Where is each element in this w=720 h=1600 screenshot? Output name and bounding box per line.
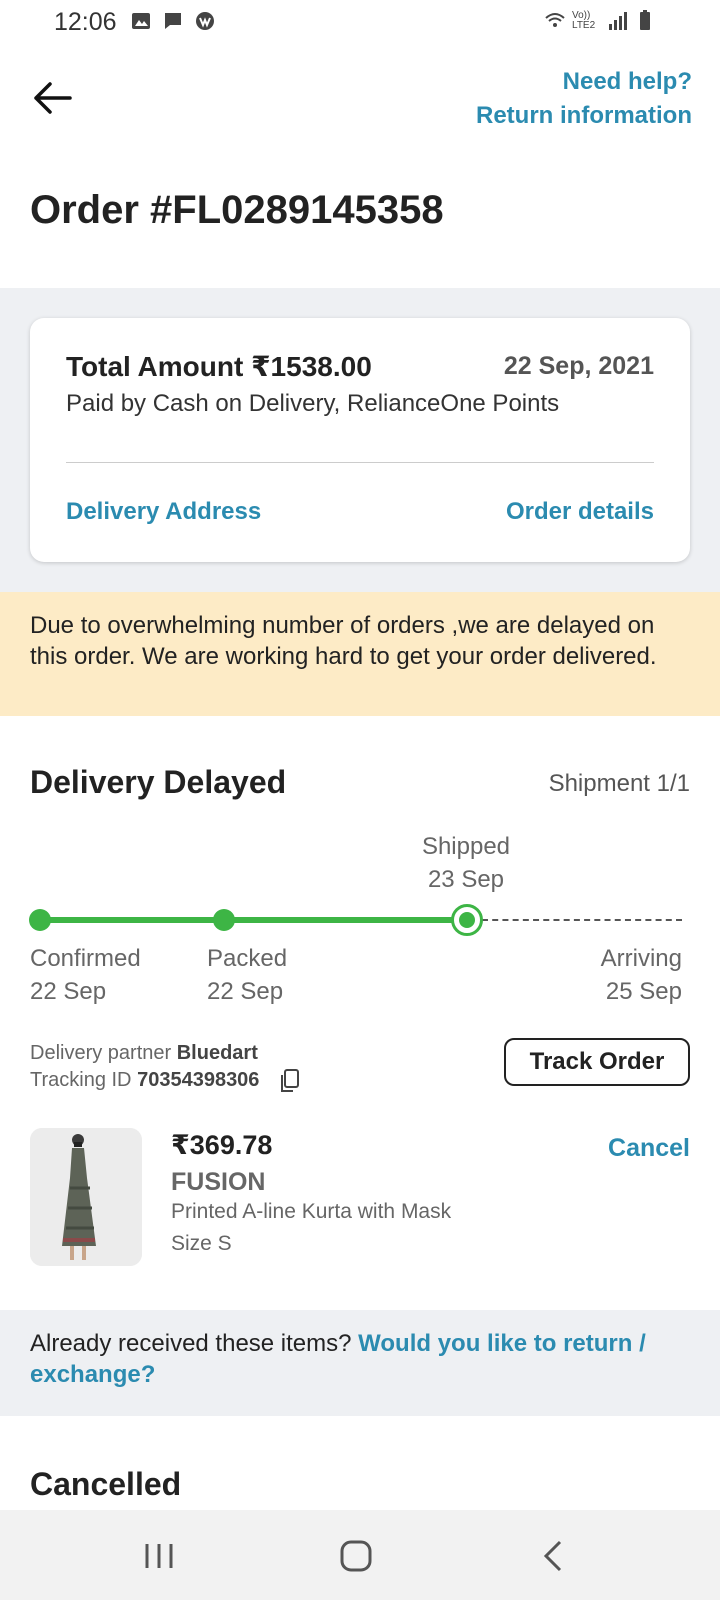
product-price: ₹369.78 [171, 1130, 273, 1160]
stage-packed: Packed 22 Sep [207, 942, 287, 1008]
stage-packed-date: 22 Sep [207, 978, 284, 1005]
signal-icon [609, 12, 627, 30]
need-help-link[interactable]: Need help? [563, 68, 692, 96]
progress-completed-line [40, 917, 468, 923]
notification-icons [130, 10, 216, 32]
stage-shipped: Shipped 23 Sep [396, 830, 536, 896]
stage-dot-packed [213, 909, 235, 931]
stage-dot-shipped [451, 904, 483, 936]
back-arrow-icon[interactable] [28, 76, 76, 120]
track-order-button[interactable]: Track Order [504, 1038, 690, 1086]
tracking-id-value: 70354398306 [137, 1069, 260, 1091]
stage-confirmed-date: 22 Sep [30, 978, 107, 1005]
order-title: Order #FL0289145358 [30, 188, 444, 232]
gallery-icon [132, 13, 150, 29]
order-date: 22 Sep, 2021 [503, 352, 654, 380]
header: Need help? Return information [0, 46, 720, 146]
tracking-id-label: Tracking ID [30, 1069, 132, 1091]
stage-confirmed-label: Confirmed [30, 945, 141, 972]
delivery-partner-label: Delivery partner [30, 1042, 172, 1064]
system-icons: Vo)) LTE2 [544, 10, 656, 32]
delivery-partner-name: Bluedart [176, 1042, 258, 1064]
delay-notice-banner: Due to overwhelming number of orders ,we… [0, 592, 720, 716]
wifi-icon [545, 13, 565, 27]
total-amount: Total Amount ₹1538.00 [66, 351, 372, 382]
stage-arriving: Arriving 25 Sep [601, 942, 682, 1008]
return-information-link[interactable]: Return information [476, 102, 692, 130]
stage-confirmed: Confirmed 22 Sep [30, 942, 141, 1008]
return-prompt-text: Already received these items? [30, 1330, 352, 1357]
stage-dot-confirmed [29, 909, 51, 931]
home-icon[interactable] [336, 1536, 376, 1576]
delivery-progress-timeline [0, 900, 720, 940]
product-brand: FUSION [171, 1168, 266, 1196]
volte-icon: Vo)) LTE2 [572, 10, 596, 31]
message-icon [165, 13, 181, 29]
product-size: Size S [171, 1232, 232, 1255]
stage-shipped-date: 23 Sep [427, 866, 505, 893]
order-details-link[interactable]: Order details [506, 498, 654, 526]
status-bar: 12:06 Vo)) LTE2 [0, 0, 720, 46]
return-prompt-section: Already received these items? Would you … [0, 1310, 720, 1416]
cancel-item-link[interactable]: Cancel [608, 1134, 690, 1163]
stage-arriving-label: Arriving [600, 945, 682, 972]
system-navigation-bar [0, 1510, 720, 1600]
product-photo-illustration [30, 1128, 142, 1266]
progress-pending-line [482, 919, 682, 921]
delivery-partner-info: Delivery partner Bluedart Tracking ID 70… [30, 1040, 301, 1094]
status-time: 12:06 [54, 8, 117, 36]
delivery-address-link[interactable]: Delivery Address [66, 498, 261, 526]
app-icon [196, 12, 214, 30]
divider [66, 462, 654, 463]
shipment-status-title: Delivery Delayed [30, 764, 287, 800]
delivery-partner-row: Delivery partner Bluedart [30, 1040, 301, 1067]
product-image[interactable] [30, 1128, 142, 1266]
payment-method: Paid by Cash on Delivery, RelianceOne Po… [66, 390, 560, 417]
stage-arriving-date: 25 Sep [605, 978, 682, 1005]
order-summary-card: Total Amount ₹1538.00 22 Sep, 2021 Paid … [30, 318, 690, 562]
battery-icon [640, 10, 650, 30]
back-nav-icon[interactable] [534, 1536, 574, 1576]
cancelled-section-title: Cancelled [30, 1466, 182, 1502]
recent-apps-icon[interactable] [139, 1536, 179, 1576]
stage-shipped-label: Shipped [421, 833, 511, 860]
tracking-id-row: Tracking ID 70354398306 [30, 1067, 301, 1094]
stage-packed-label: Packed [207, 945, 288, 972]
delay-notice-text: Due to overwhelming number of orders ,we… [30, 612, 657, 670]
product-name: Printed A-line Kurta with Mask [171, 1200, 452, 1223]
copy-icon[interactable] [279, 1068, 301, 1094]
shipment-count: Shipment 1/1 [548, 770, 690, 797]
